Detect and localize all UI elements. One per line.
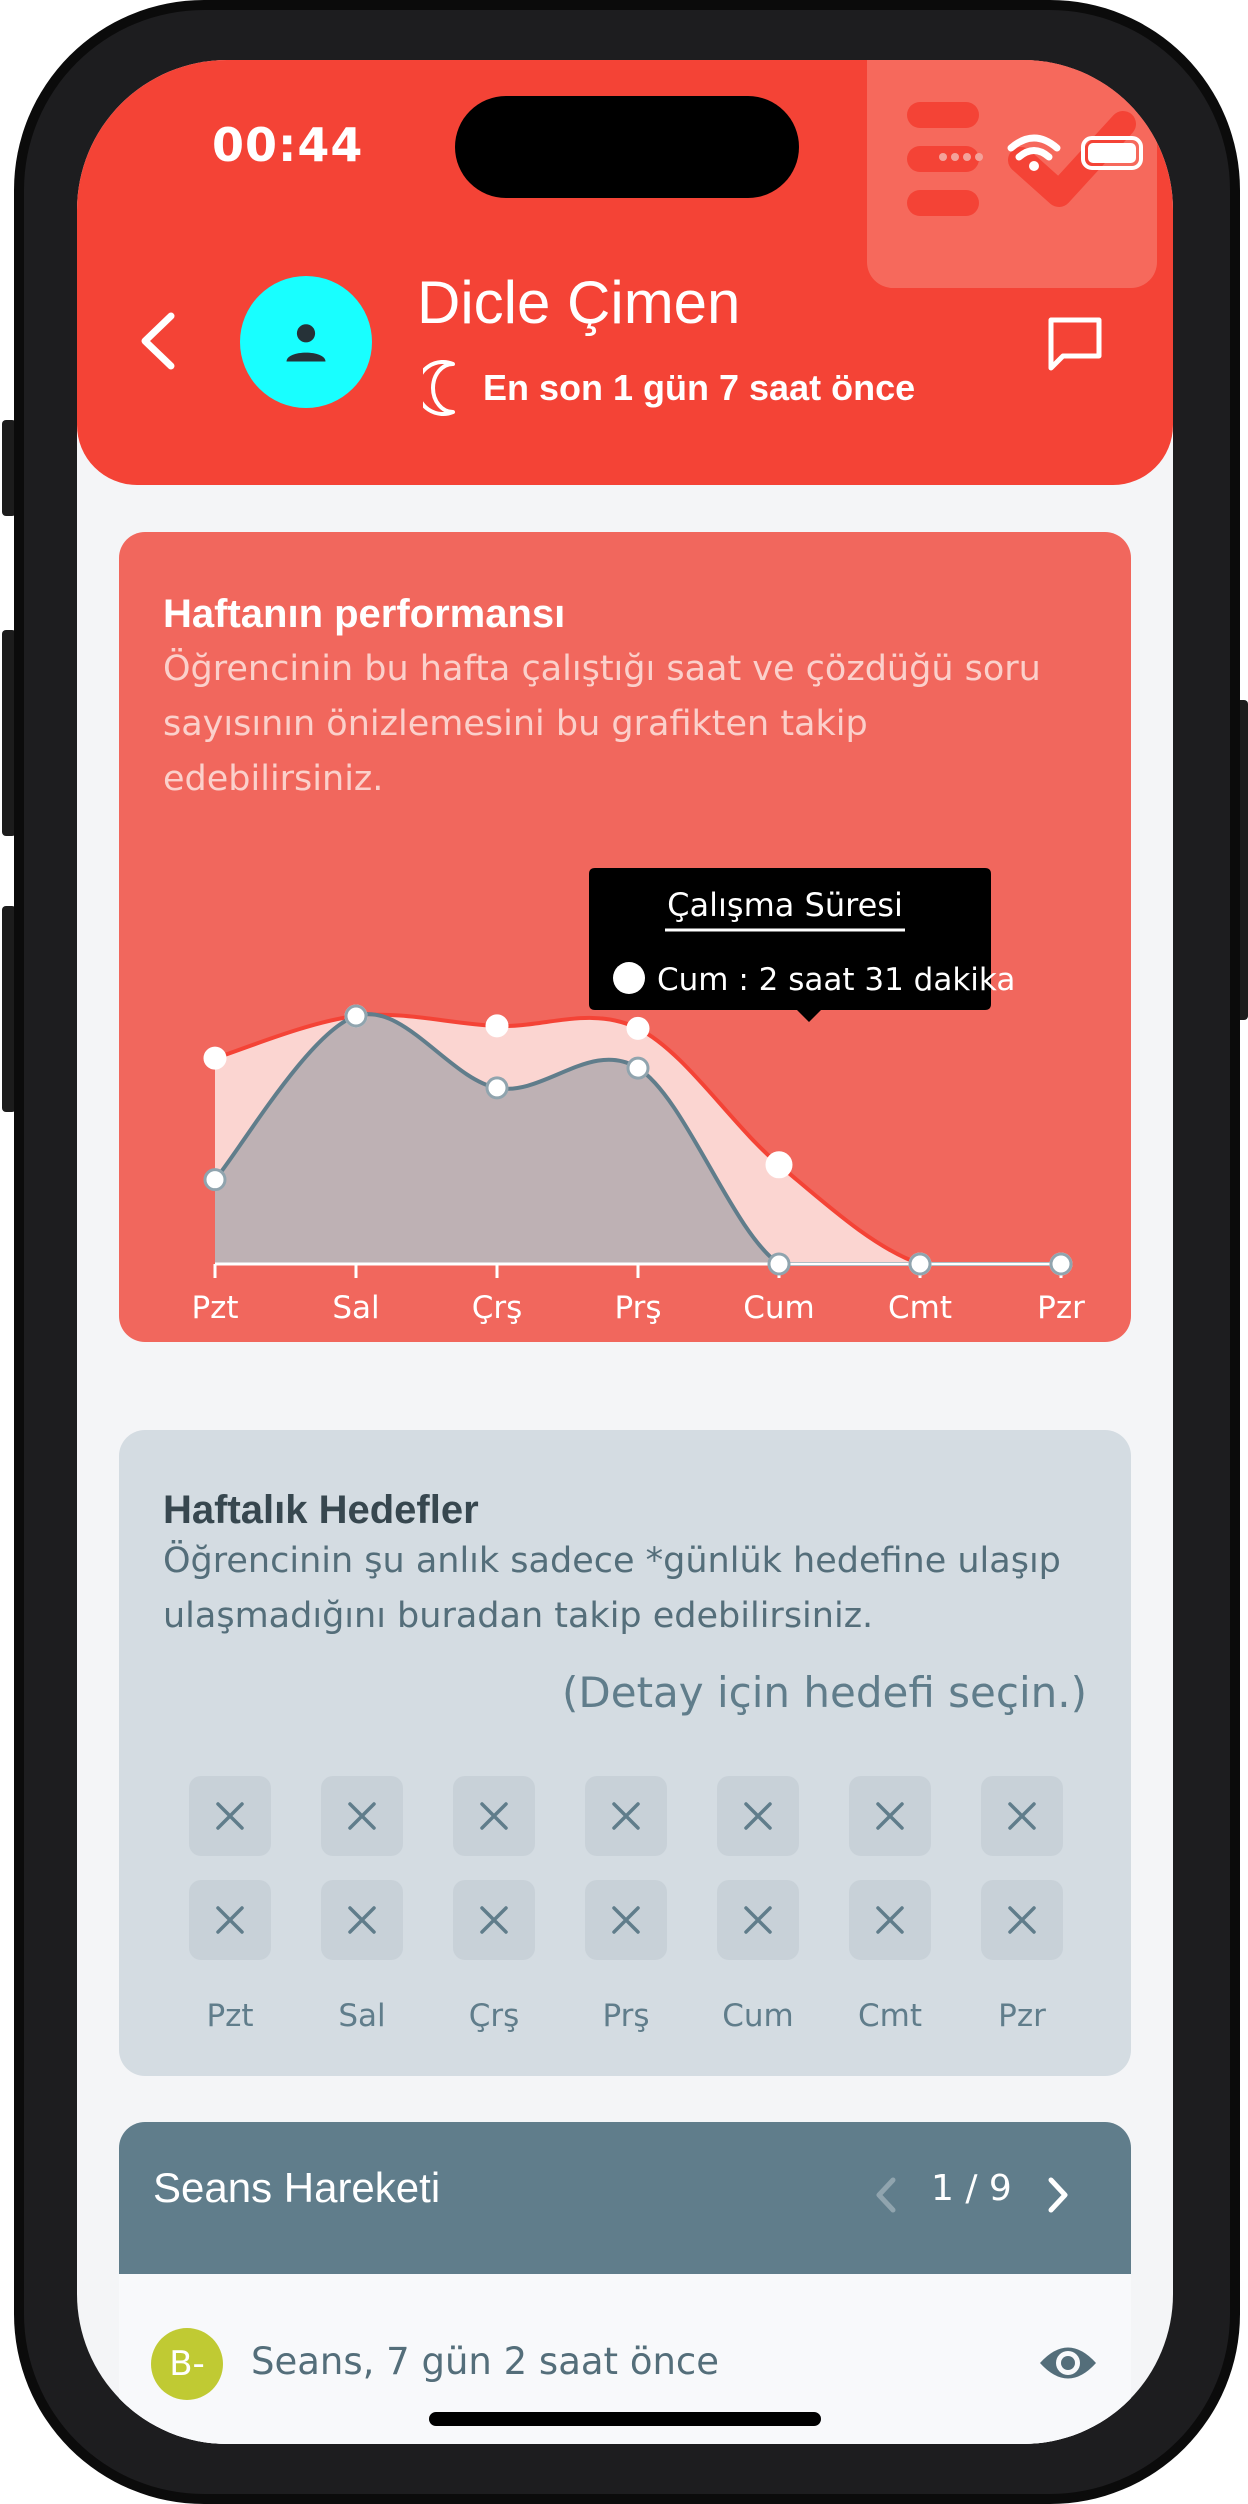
series-1-point-Pzt [203,1168,227,1192]
series-1-point-Prş [626,1056,650,1080]
x-icon [1008,1802,1036,1830]
message-icon [1048,317,1102,371]
x-tick-label-Prş: Prş [614,1290,661,1326]
x-tick-label-Pzt: Pzt [191,1290,238,1326]
app-header: 00:44 Dicle Çimen En son 1 gün 7 saat ön… [77,60,1173,485]
goal-day-label: Cum [722,1998,794,2034]
app-screen: 00:44 Dicle Çimen En son 1 gün 7 saat ön… [77,60,1173,2444]
goal-cell-cum-1[interactable] [717,1776,799,1856]
series-0-point-Prş [626,1016,650,1040]
goal-day-label: Sal [338,1998,386,2034]
goals-title: Haftalık Hedefler [163,1488,479,1532]
session-header: Seans Hareketi 1 / 9 [119,2122,1131,2274]
view-session-button[interactable] [1037,2340,1099,2390]
x-icon [744,1906,772,1934]
chevron-left-icon [876,2177,896,2213]
goal-day-label: Pzr [998,1998,1046,2034]
series-0-point-Çrş [485,1014,509,1038]
x-icon [348,1906,376,1934]
goal-cell-pzt-2[interactable] [189,1880,271,1960]
x-icon [612,1802,640,1830]
session-activity-card: Seans Hareketi 1 / 9 B- Seans, 7 gün 2 s… [119,2122,1131,2444]
goal-cell-cum-2[interactable] [717,1880,799,1960]
chat-button[interactable] [1043,312,1107,380]
tooltip-title: Çalışma Süresi [667,886,903,924]
x-tick-label-Çrş: Çrş [472,1290,523,1326]
performance-chart[interactable]: Pzt Sal Çrş Prş Cum Cmt Pzr Çalışma Süresi Cum… [119,532,1131,1342]
goals-hint: (Detay için hedefi seçin.) [562,1668,1087,1717]
status-icons [937,124,1147,188]
series-0-point-Pzt [203,1046,227,1070]
x-tick-label-Cum: Cum [743,1290,815,1326]
goal-cell-prş-1[interactable] [585,1776,667,1856]
goal-day-label: Prş [602,1998,650,2034]
last-seen-text: En son 1 gün 7 saat önce [483,367,916,408]
weekly-performance-card: Haftanın performansı Öğrencinin bu hafta… [119,532,1131,1342]
goal-cell-pzr-1[interactable] [981,1776,1063,1856]
back-button[interactable] [129,306,189,376]
goal-cell-pzr-2[interactable] [981,1880,1063,1960]
goal-day-label: Pzt [206,1998,254,2034]
dynamic-island [455,96,799,198]
status-time: 00:44 [212,118,364,172]
tooltip-legend-dot [613,962,645,994]
x-icon [744,1802,772,1830]
series-1-point-Pzr [1049,1252,1073,1276]
goal-day-label: Cmt [858,1998,922,2034]
pager-prev-button[interactable] [867,2172,907,2222]
eye-icon [1040,2347,1096,2379]
goal-cell-cmt-2[interactable] [849,1880,931,1960]
x-icon [216,1906,244,1934]
last-seen-row: En son 1 gün 7 saat önce [423,360,915,416]
series-1-point-Sal [344,1004,368,1028]
weekly-goals-card: Haftalık Hedefler Öğrencinin şu anlık sa… [119,1430,1131,2076]
goal-cell-cmt-1[interactable] [849,1776,931,1856]
goal-cell-çrş-2[interactable] [453,1880,535,1960]
goals-description: Öğrencinin şu anlık sadece *günlük hedef… [163,1541,1061,1636]
tooltip-value: Cum : 2 saat 31 dakika [657,962,1015,998]
chart-tooltip: Çalışma Süresi Cum : 2 saat 31 dakika [589,868,1015,1022]
wifi-icon [1007,134,1061,171]
person-icon [286,324,326,362]
avatar[interactable] [240,276,372,408]
moon-icon [423,360,455,416]
session-text: Seans, 7 gün 2 saat önce [251,2340,720,2383]
goal-cell-çrş-1[interactable] [453,1776,535,1856]
pager-next-button[interactable] [1037,2172,1077,2222]
goal-cell-sal-1[interactable] [321,1776,403,1856]
x-tick-label-Cmt: Cmt [888,1290,952,1326]
x-tick-label-Sal: Sal [332,1290,379,1326]
series-1-point-Cum [767,1252,791,1276]
x-tick-label-Pzr: Pzr [1037,1290,1085,1326]
home-indicator [429,2412,821,2426]
user-name: Dicle Çimen [417,269,741,336]
grade-badge: B- [151,2328,223,2400]
x-icon [876,1906,904,1934]
x-icon [480,1906,508,1934]
chevron-left-icon [141,312,175,370]
series-1-point-Cmt [908,1252,932,1276]
series-0-point-Cum [765,1151,793,1179]
goal-cell-prş-2[interactable] [585,1880,667,1960]
session-title: Seans Hareketi [153,2164,441,2211]
pager-indicator: 1 / 9 [931,2168,1012,2209]
signal-dots-icon [939,153,983,161]
series-1-point-Çrş [485,1076,509,1100]
goal-day-label: Çrş [468,1998,520,2034]
x-icon [480,1802,508,1830]
goal-cell-pzt-1[interactable] [189,1776,271,1856]
x-icon [1008,1906,1036,1934]
battery-icon [1081,136,1143,170]
x-icon [348,1802,376,1830]
goal-cell-sal-2[interactable] [321,1880,403,1960]
x-icon [216,1802,244,1830]
x-icon [612,1906,640,1934]
chevron-right-icon [1048,2177,1068,2213]
x-icon [876,1802,904,1830]
